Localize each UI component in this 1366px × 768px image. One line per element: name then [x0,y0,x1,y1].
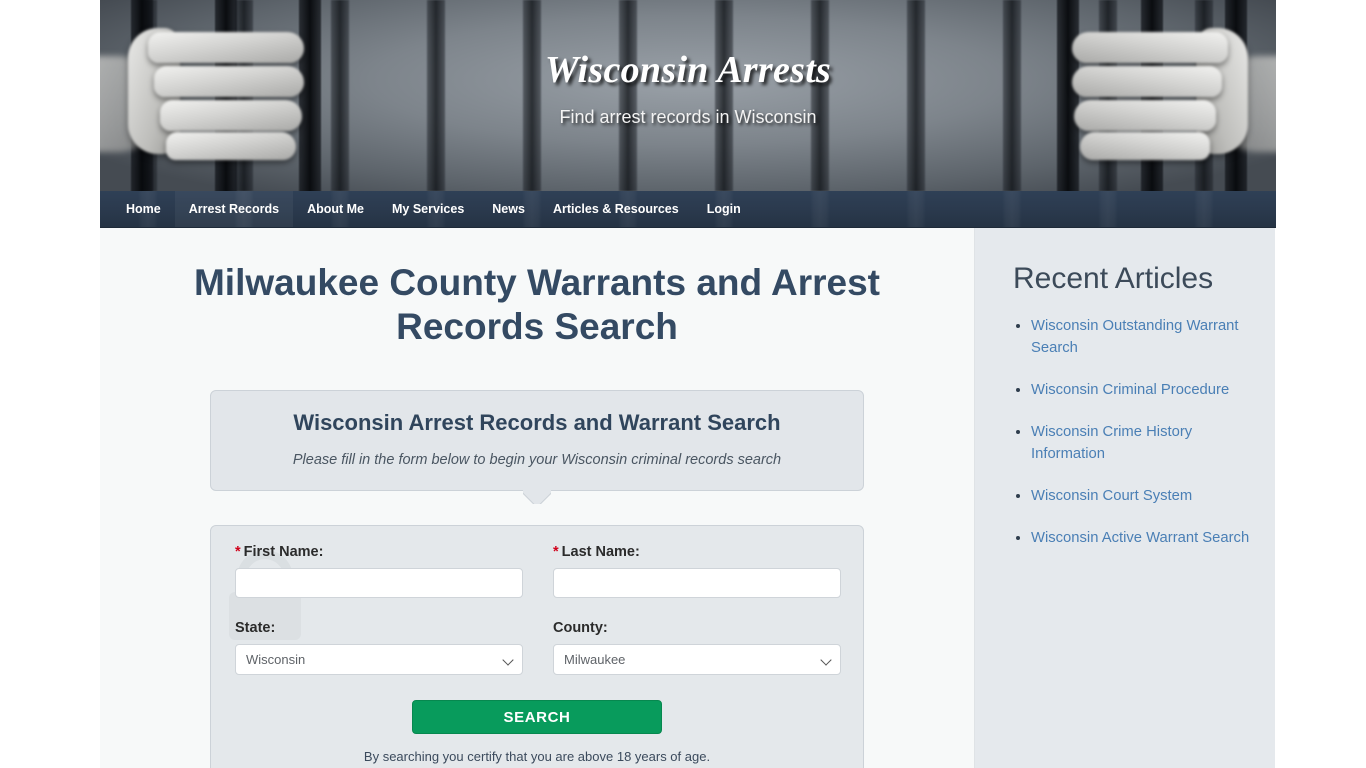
state-field-group: State: Wisconsin [235,620,523,675]
callout-subtext: Please fill in the form below to begin y… [292,452,782,468]
callout-wrapper: Wisconsin Arrest Records and Warrant Sea… [210,390,864,491]
county-field-group: County: Milwaukee [553,620,841,675]
last-name-input[interactable] [553,568,841,598]
last-name-field-group: * Last Name: [553,544,841,598]
nav-item-news[interactable]: News [478,191,539,227]
county-select-wrapper[interactable]: Milwaukee [553,644,841,675]
sidebar-link-outstanding-warrant-search[interactable]: Wisconsin Outstanding Warrant Search [1031,318,1239,356]
site-tagline: Find arrest records in Wisconsin [559,107,817,127]
list-item: Wisconsin Criminal Procedure [1031,379,1257,401]
main-content: Milwaukee County Warrants and Arrest Rec… [100,228,975,768]
nav-list: Home Arrest Records About Me My Services… [100,191,1276,227]
first-name-label: * First Name: [235,544,523,560]
state-select[interactable]: Wisconsin [235,644,523,675]
county-select[interactable]: Milwaukee [553,644,841,675]
site-title: Wisconsin Arrests [544,49,832,91]
page-title: Milwaukee County Warrants and Arrest Rec… [193,262,881,347]
banner-text-block: Wisconsin Arrests Find arrest records in… [100,48,1276,128]
state-select-wrapper[interactable]: Wisconsin [235,644,523,675]
sidebar-link-active-warrant-search[interactable]: Wisconsin Active Warrant Search [1031,530,1249,546]
content-row: Milwaukee County Warrants and Arrest Rec… [100,228,1276,768]
list-item: Wisconsin Crime History Information [1031,421,1257,465]
sidebar-link-court-system[interactable]: Wisconsin Court System [1031,488,1192,504]
page-root: Wisconsin Arrests Find arrest records in… [0,0,1366,768]
site-container: Wisconsin Arrests Find arrest records in… [100,0,1276,768]
age-disclaimer: By searching you certify that you are ab… [363,749,711,764]
first-name-field-group: * First Name: [235,544,523,598]
search-form: * First Name: * Last Name: State: Wiscon… [210,525,864,768]
callout-arrow-icon [523,490,551,504]
name-fields-row: * First Name: * Last Name: [235,544,841,598]
search-button[interactable]: SEARCH [412,700,662,734]
location-fields-row: State: Wisconsin County: Milwaukee [235,620,841,675]
required-marker: * [235,544,241,560]
first-name-label-text: First Name: [243,544,324,560]
list-item: Wisconsin Court System [1031,485,1257,507]
site-banner: Wisconsin Arrests Find arrest records in… [100,0,1276,191]
search-callout: Wisconsin Arrest Records and Warrant Sea… [210,390,864,491]
first-name-input[interactable] [235,568,523,598]
nav-item-arrest-records[interactable]: Arrest Records [174,191,294,227]
list-item: Wisconsin Active Warrant Search [1031,527,1257,549]
nav-item-my-services[interactable]: My Services [378,191,478,227]
last-name-label: * Last Name: [553,544,841,560]
sidebar: Recent Articles Wisconsin Outstanding Wa… [975,228,1275,768]
nav-item-about-me[interactable]: About Me [293,191,378,227]
county-label: County: [553,620,608,636]
recent-articles-list: Wisconsin Outstanding Warrant Search Wis… [975,315,1275,549]
nav-item-articles-resources[interactable]: Articles & Resources [539,191,693,227]
nav-item-home[interactable]: Home [112,191,175,227]
state-label: State: [235,620,276,636]
nav-item-login[interactable]: Login [693,191,755,227]
last-name-label-text: Last Name: [561,544,640,560]
callout-heading: Wisconsin Arrest Records and Warrant Sea… [293,410,781,435]
search-button-row: SEARCH [235,700,839,734]
sidebar-link-crime-history-information[interactable]: Wisconsin Crime History Information [1031,424,1192,462]
sidebar-link-criminal-procedure[interactable]: Wisconsin Criminal Procedure [1031,382,1229,398]
list-item: Wisconsin Outstanding Warrant Search [1031,315,1257,359]
main-navigation: Home Arrest Records About Me My Services… [100,191,1276,228]
required-marker: * [553,544,559,560]
sidebar-title: Recent Articles [1013,262,1214,295]
